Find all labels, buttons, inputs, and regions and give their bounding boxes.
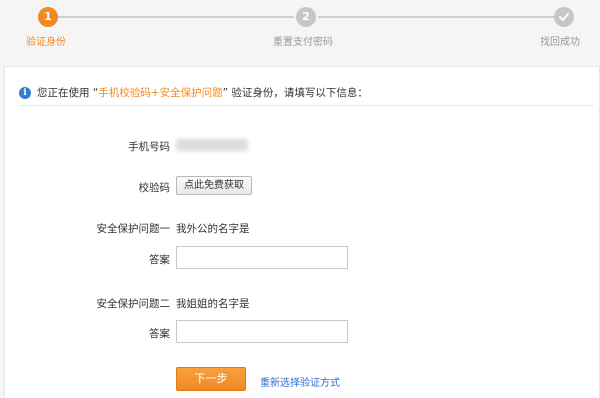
- step-3-label: 找回成功: [540, 37, 580, 48]
- verification-notice: i 您正在使用 “手机校验码+安全保护问题” 验证身份，请填写以下信息：: [19, 85, 368, 100]
- next-step-button[interactable]: 下一步: [176, 367, 246, 391]
- question1-text: 我外公的名字是: [176, 223, 250, 235]
- step-1-badge: 1: [38, 7, 58, 27]
- progress-steps: 1 2 验证身份 重置支付密码 找回成功: [0, 0, 600, 60]
- phone-number-masked: [176, 139, 248, 151]
- verification-panel: i 您正在使用 “手机校验码+安全保护问题” 验证身份，请填写以下信息：: [4, 66, 600, 398]
- answer1-input[interactable]: [176, 246, 348, 269]
- info-icon: i: [19, 86, 31, 99]
- phone-label: 手机号码: [128, 141, 170, 153]
- progress-connector: [58, 16, 294, 18]
- question1-label: 安全保护问题一: [96, 223, 171, 235]
- check-icon: [559, 13, 569, 21]
- notice-method: 手机校验码+安全保护问题: [98, 87, 223, 99]
- step-1-label: 验证身份: [26, 37, 66, 48]
- answer2-label: 答案: [149, 328, 170, 340]
- answer1-label: 答案: [149, 254, 170, 266]
- step-2-badge: 2: [296, 7, 316, 27]
- reselect-method-link[interactable]: 重新选择验证方式: [260, 374, 340, 389]
- step-3-badge: [554, 7, 574, 27]
- code-label: 校验码: [138, 182, 171, 194]
- question2-text: 我姐姐的名字是: [176, 298, 250, 310]
- question2-label: 安全保护问题二: [96, 298, 171, 310]
- notice-prefix: 您正在使用 “: [37, 87, 99, 99]
- notice-suffix: ” 验证身份，请填写以下信息：: [222, 87, 368, 99]
- progress-connector: [318, 16, 556, 18]
- divider: [19, 105, 594, 106]
- answer2-input[interactable]: [176, 320, 348, 343]
- get-code-button[interactable]: 点此免费获取: [176, 176, 252, 195]
- step-2-label: 重置支付密码: [273, 37, 333, 48]
